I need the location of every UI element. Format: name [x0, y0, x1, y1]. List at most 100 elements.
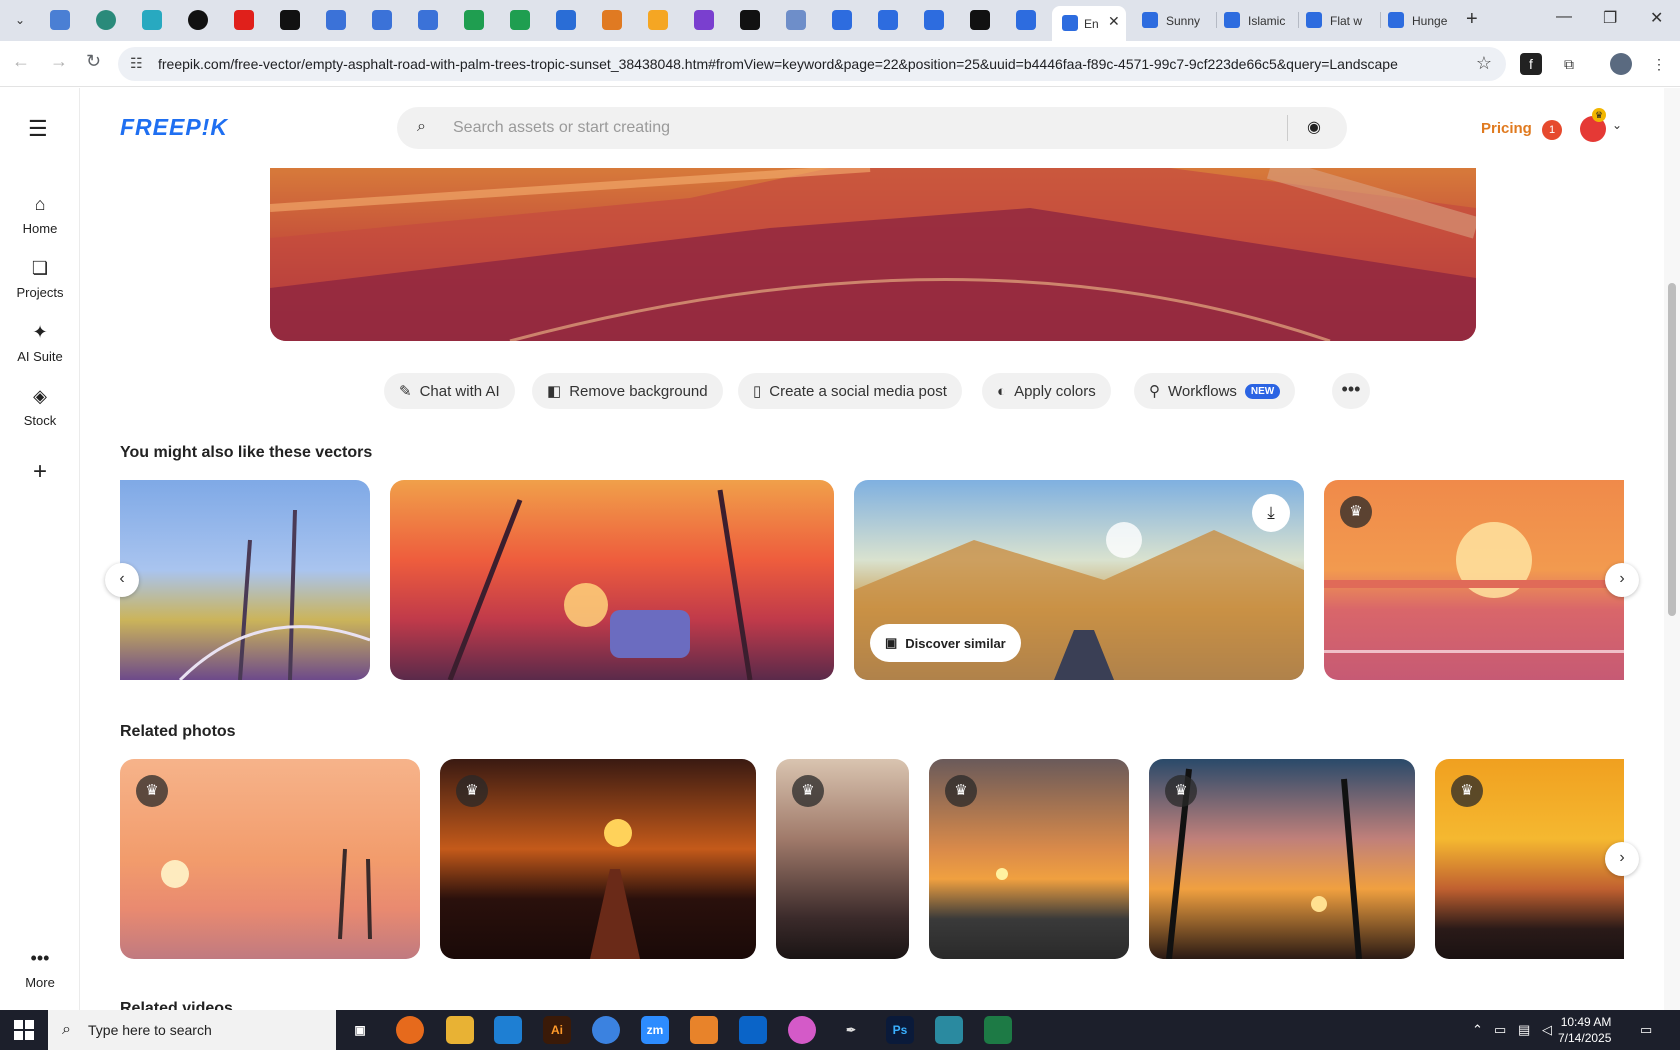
- photo-card[interactable]: ♛: [1435, 759, 1624, 959]
- browser-menu-icon[interactable]: ⋮: [1648, 53, 1670, 75]
- pinned-tab-icon[interactable]: [878, 10, 898, 30]
- photo-card[interactable]: ♛: [440, 759, 756, 959]
- app-icon[interactable]: [690, 1016, 718, 1044]
- pinned-tab-icon[interactable]: [786, 10, 806, 30]
- pinned-tab-icon[interactable]: [418, 10, 438, 30]
- profile-avatar-icon[interactable]: [1610, 53, 1632, 75]
- minimize-icon[interactable]: —: [1556, 8, 1572, 26]
- pen-tool-icon[interactable]: ✒: [837, 1016, 865, 1044]
- discover-similar-button[interactable]: ▣ Discover similar: [870, 624, 1021, 662]
- url-text[interactable]: freepik.com/free-vector/empty-asphalt-ro…: [158, 56, 1398, 72]
- more-actions-button[interactable]: •••: [1332, 373, 1370, 409]
- extensions-puzzle-icon[interactable]: ⧉: [1558, 53, 1580, 75]
- network-icon[interactable]: ▤: [1518, 1022, 1530, 1038]
- restore-icon[interactable]: ❐: [1603, 8, 1617, 28]
- vector-card[interactable]: ⤓ ▣ Discover similar: [854, 480, 1304, 680]
- page-scrollbar[interactable]: [1664, 88, 1680, 1010]
- bookmark-star-icon[interactable]: ☆: [1476, 53, 1492, 74]
- pinned-tab-icon[interactable]: [510, 10, 530, 30]
- pinned-tab-icon[interactable]: [970, 10, 990, 30]
- vector-card[interactable]: [390, 480, 834, 680]
- notification-badge[interactable]: 1: [1542, 120, 1562, 140]
- close-tab-icon[interactable]: ✕: [1108, 13, 1120, 30]
- apply-colors-button[interactable]: ◐ Apply colors: [982, 373, 1111, 409]
- close-window-icon[interactable]: ✕: [1650, 8, 1663, 28]
- download-icon[interactable]: ⤓: [1252, 494, 1290, 532]
- carousel-next-button[interactable]: ›: [1605, 563, 1639, 597]
- back-icon[interactable]: ←: [12, 51, 30, 72]
- photo-card[interactable]: ♛: [1149, 759, 1415, 959]
- hamburger-menu-icon[interactable]: ☰: [28, 116, 48, 142]
- pinned-tab-icon[interactable]: [602, 10, 622, 30]
- vscode-icon[interactable]: [494, 1016, 522, 1044]
- pinned-tab-icon[interactable]: [280, 10, 300, 30]
- forward-icon[interactable]: →: [50, 51, 68, 72]
- chevron-down-icon[interactable]: ⌄: [1612, 118, 1622, 132]
- illustrator-icon[interactable]: Ai: [543, 1016, 571, 1044]
- tray-device-icon[interactable]: ▭: [1494, 1022, 1506, 1038]
- photo-card[interactable]: ♛: [929, 759, 1129, 959]
- camera-search-icon[interactable]: ◉: [1307, 117, 1321, 137]
- site-info-icon[interactable]: ☷: [130, 55, 143, 72]
- firefox-icon[interactable]: [396, 1016, 424, 1044]
- pinned-tab-icon[interactable]: [924, 10, 944, 30]
- sidebar-item-projects[interactable]: ❏ Projects: [0, 258, 80, 300]
- pinned-tab-icon[interactable]: [96, 10, 116, 30]
- task-view-icon[interactable]: ▣: [346, 1016, 374, 1044]
- pinned-tab-icon[interactable]: [142, 10, 162, 30]
- pinned-tab-icon[interactable]: [694, 10, 714, 30]
- pinned-tab-icon[interactable]: [556, 10, 576, 30]
- pinned-tab-icon[interactable]: [740, 10, 760, 30]
- tab[interactable]: Sunny: [1142, 10, 1212, 32]
- pinned-tab-icon[interactable]: [234, 10, 254, 30]
- pinned-tab-icon[interactable]: [832, 10, 852, 30]
- sidebar-item-more[interactable]: ••• More: [0, 948, 80, 990]
- photoshop-icon[interactable]: Ps: [886, 1016, 914, 1044]
- chrome-icon[interactable]: [592, 1016, 620, 1044]
- pinned-tab-icon[interactable]: [372, 10, 392, 30]
- scrollbar-thumb[interactable]: [1668, 283, 1676, 616]
- pinned-tab-icon[interactable]: [326, 10, 346, 30]
- carousel-next-button[interactable]: ›: [1605, 842, 1639, 876]
- freepik-logo[interactable]: FREEP!K: [120, 114, 228, 141]
- tab-search-icon[interactable]: ⌄: [8, 8, 32, 32]
- pricing-link[interactable]: Pricing: [1481, 120, 1532, 137]
- taskbar-search[interactable]: ⌕ Type here to search: [48, 1010, 336, 1050]
- windows-start-icon[interactable]: [14, 1020, 34, 1040]
- vector-card[interactable]: [120, 480, 370, 680]
- extension-icon[interactable]: f: [1520, 53, 1542, 75]
- tab[interactable]: Flat w: [1306, 10, 1376, 32]
- tab[interactable]: Hunge: [1388, 10, 1458, 32]
- workflows-button[interactable]: ⚲ Workflows NEW: [1134, 373, 1296, 409]
- excel-icon[interactable]: [984, 1016, 1012, 1044]
- chat-with-ai-button[interactable]: ✎ Chat with AI: [384, 373, 515, 409]
- add-button[interactable]: +: [0, 458, 80, 486]
- carousel-prev-button[interactable]: ‹: [105, 563, 139, 597]
- app-icon[interactable]: [935, 1016, 963, 1044]
- photo-card[interactable]: ♛: [776, 759, 909, 959]
- address-bar[interactable]: ☷ freepik.com/free-vector/empty-asphalt-…: [118, 47, 1506, 81]
- outlook-icon[interactable]: [739, 1016, 767, 1044]
- vector-card[interactable]: ♛: [1324, 480, 1624, 680]
- notifications-icon[interactable]: ▭: [1640, 1022, 1652, 1038]
- zoom-icon[interactable]: zm: [641, 1016, 669, 1044]
- remove-background-button[interactable]: ◧ Remove background: [532, 373, 723, 409]
- pinned-tab-icon[interactable]: [188, 10, 208, 30]
- taskbar-clock[interactable]: 10:49 AM 7/14/2025: [1558, 1014, 1611, 1046]
- search-input[interactable]: [453, 113, 1253, 143]
- new-tab-icon[interactable]: +: [1466, 8, 1478, 31]
- create-social-post-button[interactable]: ▯ Create a social media post: [738, 373, 962, 409]
- reload-icon[interactable]: ↻: [86, 51, 101, 72]
- file-explorer-icon[interactable]: [446, 1016, 474, 1044]
- tab-active[interactable]: En ✕: [1052, 6, 1126, 41]
- tab[interactable]: Islamic: [1224, 10, 1294, 32]
- pinned-tab-icon[interactable]: [50, 10, 70, 30]
- photo-card[interactable]: ♛: [120, 759, 420, 959]
- pinned-tab-icon[interactable]: [648, 10, 668, 30]
- app-icon[interactable]: [788, 1016, 816, 1044]
- sidebar-item-home[interactable]: ⌂ Home: [0, 194, 80, 236]
- sidebar-item-ai-suite[interactable]: ✦ AI Suite: [0, 322, 80, 364]
- pinned-tab-icon[interactable]: [464, 10, 484, 30]
- tray-chevron-icon[interactable]: ⌃: [1472, 1022, 1483, 1038]
- pinned-tab-icon[interactable]: [1016, 10, 1036, 30]
